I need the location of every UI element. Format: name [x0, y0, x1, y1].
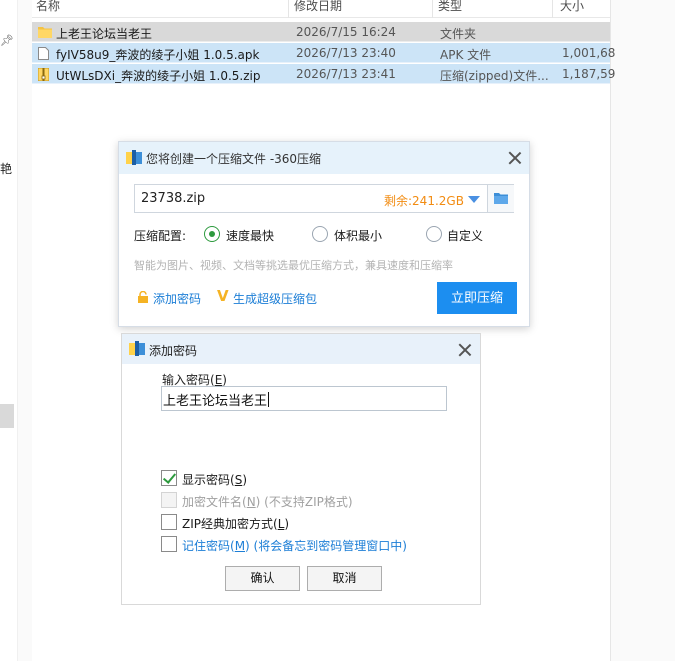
compress-config-row: 压缩配置: 速度最快 体积最小 自定义 — [134, 225, 514, 245]
file-name: 上老王论坛当老王 — [56, 27, 153, 41]
remember-password-checkbox[interactable] — [161, 536, 177, 552]
label-key: M — [234, 539, 246, 553]
archive-path-input[interactable]: 23738.zip 剩余:241.2GB — [134, 184, 514, 213]
column-divider[interactable] — [288, 0, 289, 18]
radio-custom[interactable] — [426, 226, 442, 242]
password-label-text: 输入密码( — [162, 373, 215, 387]
nav-scroll-thumb[interactable] — [0, 404, 14, 428]
file-date: 2026/7/13 23:41 — [296, 67, 396, 81]
label-end: ) — [242, 473, 247, 487]
dialog-titlebar[interactable]: 您将创建一个压缩文件 -360压缩 — [119, 142, 529, 174]
v-badge-icon: V — [217, 287, 229, 305]
label-text: 加密文件名( — [182, 495, 247, 509]
label-text: ZIP经典加密方式( — [182, 517, 278, 531]
pane-separator — [18, 0, 32, 661]
close-icon[interactable] — [457, 342, 473, 358]
file-row[interactable]: fyIV58u9_奔波的绫子小姐 1.0.5.apk 2026/7/13 23:… — [32, 43, 615, 63]
free-space-text: 剩余:241.2GB — [384, 194, 464, 208]
password-value[interactable]: 上老王论坛当老王 — [163, 390, 270, 409]
show-password-checkbox[interactable] — [161, 470, 177, 486]
chevron-down-icon[interactable] — [468, 196, 480, 203]
browse-folder-button[interactable] — [487, 185, 514, 212]
password-value-text: 上老王论坛当老王 — [163, 394, 268, 409]
zip-icon — [38, 68, 49, 81]
remember-password-label[interactable]: 记住密码(M) (将会备忘到密码管理窗口中) — [182, 537, 407, 554]
column-header-name[interactable]: 名称 — [36, 0, 60, 14]
password-label-end: ) — [222, 373, 227, 387]
add-password-dialog: 添加密码 输入密码(E) 上老王论坛当老王 显示密码(S) 加密文件名(N) (… — [121, 333, 481, 605]
label-text: 记住密码( — [182, 539, 235, 553]
file-date: 2026/7/15 16:24 — [296, 25, 396, 39]
column-header-size[interactable]: 大小 — [560, 0, 584, 14]
folder-icon — [38, 27, 52, 38]
file-name: fyIV58u9_奔波的绫子小姐 1.0.5.apk — [56, 48, 260, 62]
dialog-title: 添加密码 — [149, 344, 198, 358]
add-password-link[interactable]: 添加密码 — [153, 290, 201, 307]
zip-classic-checkbox[interactable] — [161, 514, 177, 530]
super-pack-link[interactable]: 生成超级压缩包 — [233, 290, 317, 307]
label-text: 显示密码( — [182, 473, 235, 487]
encrypt-filename-checkbox — [161, 492, 177, 508]
column-divider[interactable] — [552, 0, 553, 18]
file-name: UtWLsDXi_奔波的绫子小姐 1.0.5.zip — [56, 69, 261, 83]
file-row[interactable]: UtWLsDXi_奔波的绫子小姐 1.0.5.zip 2026/7/13 23:… — [32, 64, 615, 84]
file-type: 压缩(zipped)文件... — [440, 69, 549, 83]
dialog-titlebar[interactable]: 添加密码 — [122, 334, 480, 364]
details-pane-edge — [610, 0, 675, 661]
radio-smallest[interactable] — [312, 226, 328, 242]
cancel-button[interactable]: 取消 — [307, 566, 382, 591]
file-type: APK 文件 — [440, 48, 492, 62]
column-header-type[interactable]: 类型 — [438, 0, 462, 14]
radio-custom-label[interactable]: 自定义 — [447, 227, 483, 244]
file-row[interactable]: 上老王论坛当老王 2026/7/15 16:24 文件夹 — [32, 22, 610, 42]
password-input[interactable]: 上老王论坛当老王 — [161, 386, 447, 411]
nav-item-label[interactable]: 艳 — [0, 160, 12, 177]
compress-dialog: 您将创建一个压缩文件 -360压缩 23738.zip 剩余:241.2GB 压… — [118, 141, 530, 327]
compress-config-label: 压缩配置: — [134, 229, 187, 243]
column-divider[interactable] — [432, 0, 433, 18]
label-end: ) (将会备忘到密码管理窗口中) — [245, 539, 407, 553]
compress-hint: 智能为图片、视频、文档等挑选最优压缩方式，兼具速度和压缩率 — [134, 259, 453, 272]
column-header-row: 名称 修改日期 类型 大小 — [32, 0, 610, 18]
radio-fastest-label[interactable]: 速度最快 — [226, 227, 274, 244]
label-end: ) (不支持ZIP格式) — [255, 495, 353, 509]
folder-icon — [494, 193, 508, 204]
encrypt-filename-label: 加密文件名(N) (不支持ZIP格式) — [182, 493, 353, 510]
navigation-pane: 📌︎ 艳 — [0, 0, 18, 661]
column-header-date[interactable]: 修改日期 — [294, 0, 342, 14]
file-size: 1,187,59 — [562, 67, 616, 81]
ok-button[interactable]: 确认 — [225, 566, 300, 591]
radio-fastest[interactable] — [204, 226, 220, 242]
file-date: 2026/7/13 23:40 — [296, 46, 396, 60]
360zip-app-icon — [126, 150, 142, 165]
label-end: ) — [284, 517, 290, 531]
show-password-label[interactable]: 显示密码(S) — [182, 471, 247, 488]
label-key: N — [246, 495, 256, 509]
zip-classic-label[interactable]: ZIP经典加密方式(L) — [182, 515, 289, 532]
dialog-title: 您将创建一个压缩文件 -360压缩 — [146, 152, 322, 166]
360zip-app-icon — [129, 341, 145, 356]
archive-filename[interactable]: 23738.zip — [141, 191, 205, 206]
compress-now-button[interactable]: 立即压缩 — [437, 282, 517, 314]
pin-icon[interactable]: 📌︎ — [0, 34, 14, 47]
file-icon — [38, 47, 49, 60]
text-caret — [268, 392, 270, 407]
lock-icon[interactable] — [137, 291, 149, 303]
file-type: 文件夹 — [440, 27, 477, 41]
close-icon[interactable] — [507, 150, 523, 166]
file-size: 1,001,68 — [562, 46, 616, 60]
radio-smallest-label[interactable]: 体积最小 — [334, 227, 382, 244]
